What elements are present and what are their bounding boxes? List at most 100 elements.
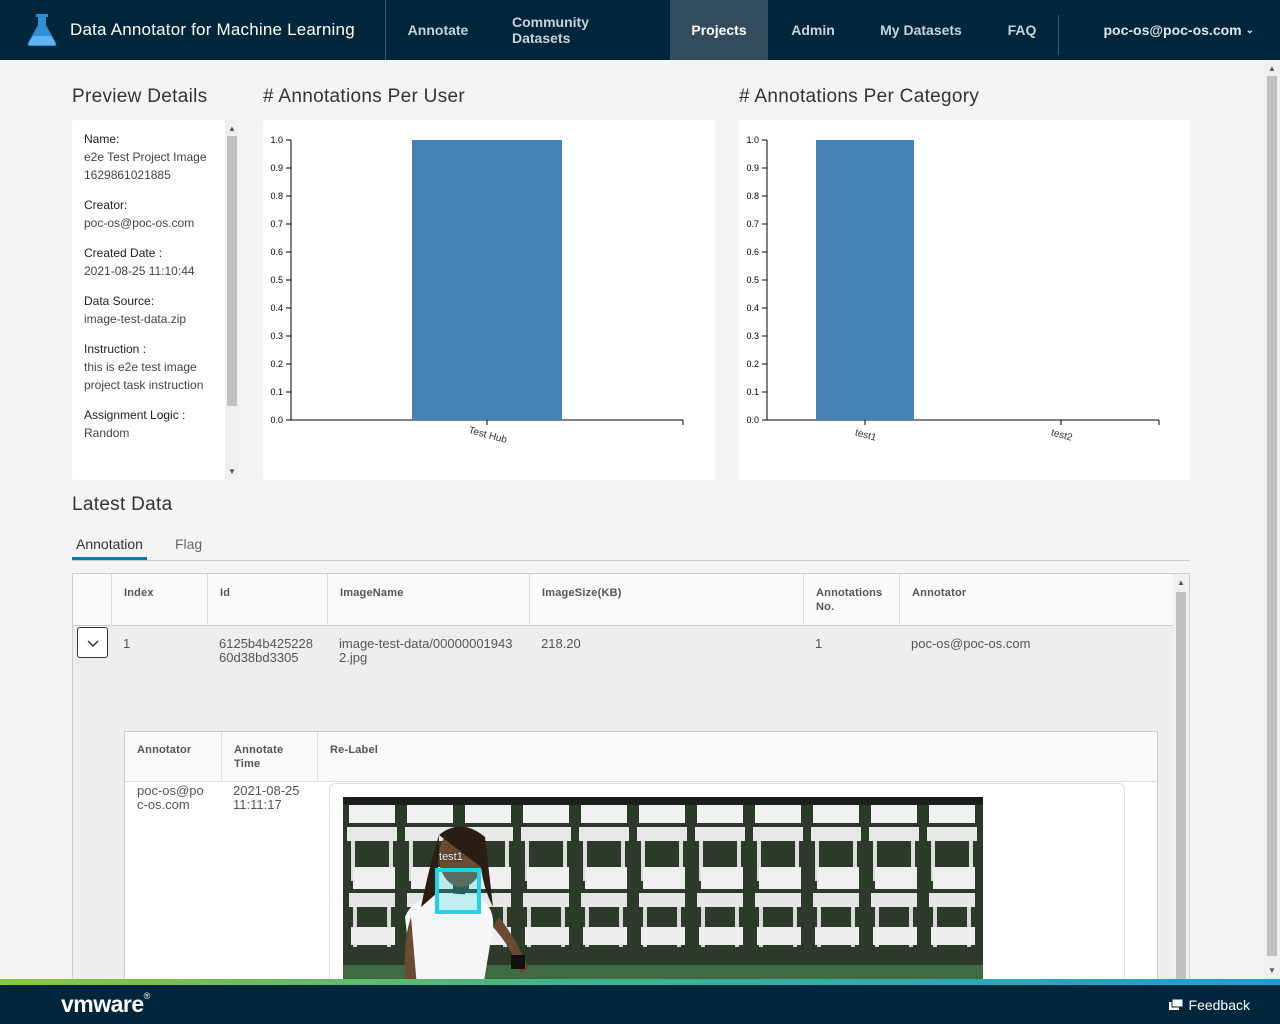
instruction-value: this is e2e test image project task inst…: [84, 360, 204, 392]
bar: [412, 140, 562, 420]
y-tick-label: 0.6: [746, 247, 759, 257]
y-tick-label: 0.9: [746, 163, 759, 173]
feedback-button[interactable]: Feedback: [1168, 997, 1250, 1013]
y-tick-label: 0.7: [746, 219, 759, 229]
latest-data-grid: Index Id ImageName ImageSize(KB) Annotat…: [72, 573, 1190, 983]
y-tick-label: 1.0: [746, 135, 759, 145]
col-id[interactable]: Id: [207, 574, 327, 626]
col-detail-annotator: Annotator: [137, 744, 192, 756]
scroll-down-icon[interactable]: ▼: [225, 467, 239, 476]
col-relabel: Re-Label: [317, 732, 617, 782]
user-email: poc-os@poc-os.com: [1103, 22, 1242, 38]
chart-per-user-card: 0.0 0.1 0.2 0.3 0.4 0.5 0.6 0.7 0.8 0.9 1.0 Test Hu…: [263, 120, 715, 480]
footer: vmware® Feedback: [0, 985, 1280, 1024]
chart-per-category-title: # Annotations Per Category: [739, 86, 980, 107]
nav-divider: [1058, 15, 1059, 55]
nav-annotate[interactable]: Annotate: [386, 0, 490, 60]
scroll-thumb[interactable]: [227, 136, 237, 406]
assignment-logic-label: Assignment Logic :: [84, 408, 186, 422]
bar: [816, 140, 914, 420]
chart-per-user: 0.0 0.1 0.2 0.3 0.4 0.5 0.6 0.7 0.8 0.9 1.0 Test Hu…: [270, 135, 684, 446]
bounding-box-label: test1: [439, 851, 463, 863]
scroll-down-icon[interactable]: ▼: [1264, 966, 1280, 975]
chevron-down-icon: [86, 639, 99, 647]
table-row: 1 6125b4b425228 60d38bd3305 image-test-d…: [73, 626, 1175, 982]
chart-per-category-card: 0.0 0.1 0.2 0.3 0.4 0.5 0.6 0.7 0.8 0.9 1.0 test1 te…: [739, 120, 1190, 480]
detail-header: Annotator Annotate Time Re-Label: [125, 732, 1157, 782]
bounding-box[interactable]: [435, 868, 481, 914]
relabel-canvas[interactable]: test1: [329, 783, 1125, 982]
nav-projects[interactable]: Projects: [670, 0, 768, 60]
y-tick-label: 0.3: [746, 331, 759, 341]
tab-flag[interactable]: Flag: [171, 536, 206, 560]
nav-faq[interactable]: FAQ: [984, 0, 1060, 60]
creator-value: poc-os@poc-os.com: [84, 216, 195, 230]
x-tick-label: test2: [1050, 427, 1074, 443]
x-tick-label: Test Hub: [467, 425, 508, 446]
created-date-label: Created Date :: [84, 246, 163, 260]
flask-icon: [27, 14, 57, 46]
nav-admin[interactable]: Admin: [768, 0, 858, 60]
name-label: Name:: [84, 132, 120, 146]
cell-index: 1: [123, 636, 131, 651]
y-tick-label: 0.8: [746, 191, 759, 201]
y-tick-label: 0.8: [270, 191, 283, 201]
annotation-detail-table: Annotator Annotate Time Re-Label poc-os@…: [124, 731, 1158, 982]
grid-scrollbar[interactable]: ▲: [1173, 574, 1189, 982]
app-title: Data Annotator for Machine Learning: [70, 20, 355, 39]
x-tick-label: test1: [854, 427, 878, 443]
cell-id: 6125b4b425228 60d38bd3305: [219, 636, 313, 665]
tab-annotation[interactable]: Annotation: [72, 536, 147, 560]
y-tick-label: 0.3: [270, 331, 283, 341]
preview-scrollbar[interactable]: ▲ ▼: [225, 120, 239, 480]
y-tick-label: 0.2: [270, 359, 283, 369]
col-image-size[interactable]: ImageSize(KB): [529, 574, 803, 626]
preview-details-card: Name: e2e Test Project Image 16298610218…: [72, 120, 239, 480]
main-nav: Annotate Community Datasets Projects Adm…: [386, 0, 1060, 60]
expand-row-button[interactable]: [77, 627, 108, 658]
grid-scroll-thumb[interactable]: [1176, 592, 1186, 982]
brand[interactable]: Data Annotator for Machine Learning: [0, 0, 386, 60]
y-tick-label: 0.1: [746, 387, 759, 397]
chart-per-user-title: # Annotations Per User: [263, 86, 465, 107]
latest-data-tabs: Annotation Flag: [72, 536, 1190, 561]
detail-annotate-time: 2021-08-25 11:11:17: [233, 783, 300, 812]
nav-community-datasets[interactable]: Community Datasets: [490, 0, 670, 60]
y-tick-label: 0.4: [746, 303, 759, 313]
y-tick-label: 0.1: [270, 387, 283, 397]
y-tick-label: 0.0: [746, 415, 759, 425]
y-tick-label: 0.2: [746, 359, 759, 369]
instruction-label: Instruction :: [84, 342, 147, 356]
col-annotations-no[interactable]: Annotations No.: [803, 574, 899, 626]
y-tick-label: 1.0: [270, 135, 283, 145]
chart-per-category: 0.0 0.1 0.2 0.3 0.4 0.5 0.6 0.7 0.8 0.9 1.0 test1 te…: [746, 135, 1160, 444]
name-value: e2e Test Project Image 1629861021885: [84, 150, 207, 182]
col-annotator[interactable]: Annotator: [899, 574, 1175, 626]
page-scroll-thumb[interactable]: [1267, 76, 1277, 956]
cell-annotator: poc-os@poc-os.com: [911, 636, 1031, 651]
scroll-up-icon[interactable]: ▲: [1264, 64, 1280, 73]
creator-label: Creator:: [84, 198, 128, 212]
annotated-image[interactable]: test1: [343, 797, 983, 982]
y-tick-label: 0.4: [270, 303, 283, 313]
preview-details-title: Preview Details: [72, 86, 208, 107]
user-menu[interactable]: poc-os@poc-os.com ⌄: [1104, 0, 1255, 60]
data-source-label: Data Source:: [84, 294, 155, 308]
feedback-label: Feedback: [1188, 997, 1250, 1013]
scroll-up-icon[interactable]: ▲: [1173, 578, 1189, 587]
vmware-logo: vmware®: [61, 991, 150, 1017]
col-image-name[interactable]: ImageName: [327, 574, 529, 626]
col-index[interactable]: Index: [111, 574, 207, 626]
y-tick-label: 0.6: [270, 247, 283, 257]
chevron-down-icon: ⌄: [1245, 24, 1254, 36]
nav-my-datasets[interactable]: My Datasets: [858, 0, 984, 60]
top-navbar: Data Annotator for Machine Learning Anno…: [0, 0, 1280, 60]
y-tick-label: 0.5: [270, 275, 283, 285]
cell-annotations-no: 1: [815, 636, 823, 651]
detail-annotator: poc-os@po c-os.com: [137, 783, 204, 812]
assignment-logic-value: Random: [84, 426, 130, 440]
page-scrollbar[interactable]: ▲ ▼: [1264, 60, 1280, 979]
y-tick-label: 0.5: [746, 275, 759, 285]
scroll-up-icon[interactable]: ▲: [225, 124, 239, 133]
y-tick-label: 0.9: [270, 163, 283, 173]
